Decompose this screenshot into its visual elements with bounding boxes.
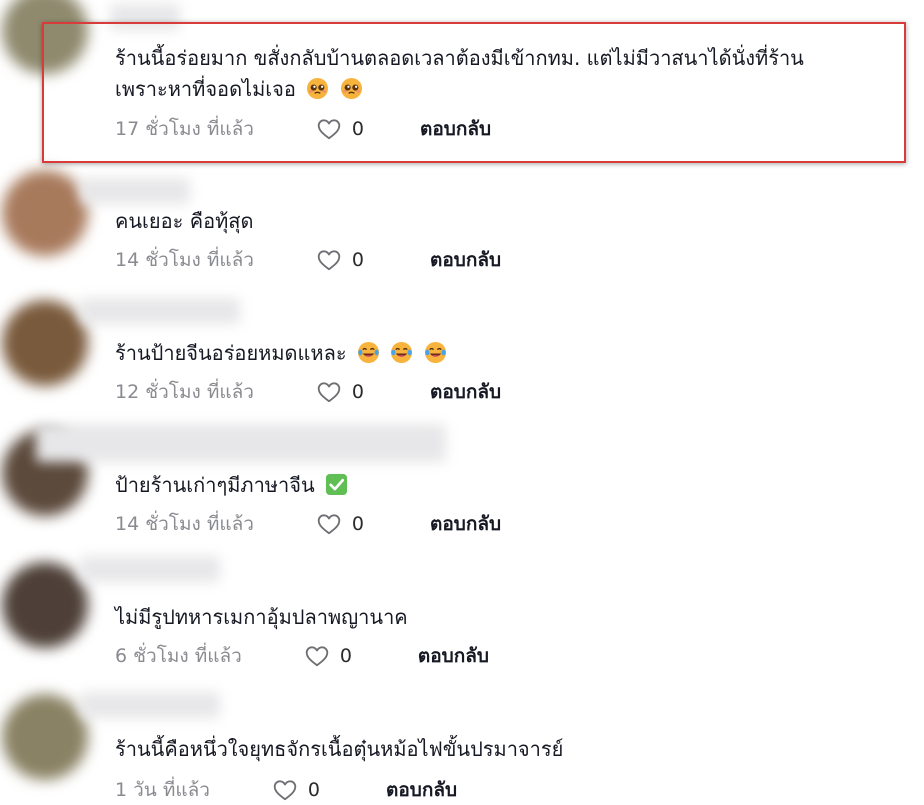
comment-time: 1 วัน ที่แล้ว bbox=[115, 779, 210, 801]
pleading-face-icon bbox=[340, 77, 362, 100]
comment-time: 17 ชั่วโมง ที่แล้ว bbox=[115, 118, 254, 140]
comment-text-line: เพราะหาที่จอดไม่เจอ bbox=[115, 77, 296, 101]
comment-text-line: ร้านป้ายจีนอร่อยหมดแหละ bbox=[115, 341, 347, 365]
comment-meta: 14 ชั่วโมง ที่แล้ว 0 ตอบกลับ bbox=[115, 510, 501, 538]
check-mark-icon bbox=[325, 473, 348, 496]
comment-item: ป้ายร้านเก่าๆมีภาษาจีน 14 ชั่วโมง ที่แล้… bbox=[0, 424, 924, 560]
username[interactable] bbox=[80, 298, 240, 324]
comment-item: ร้านนี้อร่อยมาก ขสั่งกลับบ้านตลอดเวลาต้อ… bbox=[0, 0, 924, 170]
laughing-tears-icon bbox=[357, 341, 379, 364]
reply-button[interactable]: ตอบกลับ bbox=[430, 377, 501, 407]
like-button[interactable]: 0 bbox=[316, 247, 364, 273]
reply-button[interactable]: ตอบกลับ bbox=[420, 114, 491, 144]
username[interactable] bbox=[110, 4, 180, 30]
pleading-face-icon bbox=[307, 77, 329, 100]
comment-meta: 6 ชั่วโมง ที่แล้ว 0 ตอบกลับ bbox=[115, 642, 489, 670]
comment-item: ร้านนี้คือหนึ่วใจยุทธจักรเนื้อตุ๋นหม้อไฟ… bbox=[0, 690, 924, 801]
comment-text-line: ไม่มีรูปทหารเมกาอุ้มปลาพญานาค bbox=[115, 605, 408, 629]
heart-icon bbox=[317, 514, 341, 535]
like-button[interactable]: 0 bbox=[316, 116, 364, 142]
like-button[interactable]: 0 bbox=[316, 511, 364, 537]
like-button[interactable]: 0 bbox=[316, 379, 364, 405]
comment-meta: 17 ชั่วโมง ที่แล้ว 0 ตอบกลับ bbox=[115, 115, 491, 143]
avatar[interactable] bbox=[2, 0, 88, 74]
like-count: 0 bbox=[351, 118, 365, 140]
comment-text-line: ร้านนี้คือหนึ่วใจยุทธจักรเนื้อตุ๋นหม้อไฟ… bbox=[115, 737, 564, 761]
username[interactable] bbox=[80, 692, 220, 718]
username[interactable] bbox=[80, 556, 220, 582]
like-count: 0 bbox=[307, 779, 321, 801]
like-button[interactable]: 0 bbox=[304, 643, 352, 669]
like-count: 0 bbox=[351, 249, 365, 271]
laughing-tears-icon bbox=[391, 341, 413, 364]
comment-text: ไม่มีรูปทหารเมกาอุ้มปลาพญานาค bbox=[115, 602, 408, 633]
comment-text-line: ป้ายร้านเก่าๆมีภาษาจีน bbox=[115, 473, 315, 497]
like-count: 0 bbox=[339, 645, 352, 667]
like-button[interactable]: 0 bbox=[272, 777, 320, 803]
username[interactable] bbox=[80, 178, 190, 204]
heart-icon bbox=[317, 382, 341, 403]
heart-icon bbox=[317, 119, 341, 140]
avatar[interactable] bbox=[2, 562, 88, 648]
comment-text: คนเยอะ คือทุ้สุด bbox=[115, 206, 254, 237]
avatar[interactable] bbox=[2, 300, 88, 386]
comment-time: 6 ชั่วโมง ที่แล้ว bbox=[115, 645, 242, 667]
heart-icon bbox=[317, 250, 341, 271]
comment-meta: 1 วัน ที่แล้ว 0 ตอบกลับ bbox=[115, 776, 457, 804]
comment-item: คนเยอะ คือทุ้สุด 14 ชั่วโมง ที่แล้ว 0 ตอ… bbox=[0, 170, 924, 300]
comment-meta: 14 ชั่วโมง ที่แล้ว 0 ตอบกลับ bbox=[115, 246, 501, 274]
reply-button[interactable]: ตอบกลับ bbox=[386, 775, 457, 805]
comment-text-line: คนเยอะ คือทุ้สุด bbox=[115, 209, 254, 233]
comment-item: ร้านป้ายจีนอร่อยหมดแหละ 12 ชั่วโมง ที่แล… bbox=[0, 298, 924, 430]
avatar[interactable] bbox=[2, 170, 88, 256]
heart-icon bbox=[305, 646, 329, 667]
like-count: 0 bbox=[351, 513, 365, 535]
heart-icon bbox=[273, 780, 297, 801]
comment-time: 14 ชั่วโมง ที่แล้ว bbox=[115, 513, 254, 535]
comment-item: ไม่มีรูปทหารเมกาอุ้มปลาพญานาค 6 ชั่วโมง … bbox=[0, 556, 924, 690]
comment-text: ป้ายร้านเก่าๆมีภาษาจีน bbox=[115, 470, 348, 501]
username[interactable] bbox=[36, 424, 446, 462]
reply-button[interactable]: ตอบกลับ bbox=[430, 245, 501, 275]
like-count: 0 bbox=[351, 381, 365, 403]
comment-time: 12 ชั่วโมง ที่แล้ว bbox=[115, 381, 254, 403]
comment-text-line: ร้านนี้อร่อยมาก ขสั่งกลับบ้านตลอดเวลาต้อ… bbox=[115, 46, 804, 70]
reply-button[interactable]: ตอบกลับ bbox=[418, 641, 489, 671]
avatar[interactable] bbox=[2, 694, 88, 780]
comment-text: ร้านนี้อร่อยมาก ขสั่งกลับบ้านตลอดเวลาต้อ… bbox=[115, 43, 804, 105]
reply-button[interactable]: ตอบกลับ bbox=[430, 509, 501, 539]
comment-time: 14 ชั่วโมง ที่แล้ว bbox=[115, 249, 254, 271]
comment-meta: 12 ชั่วโมง ที่แล้ว 0 ตอบกลับ bbox=[115, 378, 501, 406]
comment-text: ร้านป้ายจีนอร่อยหมดแหละ bbox=[115, 338, 447, 369]
comment-text: ร้านนี้คือหนึ่วใจยุทธจักรเนื้อตุ๋นหม้อไฟ… bbox=[115, 734, 563, 765]
laughing-tears-icon bbox=[424, 341, 446, 364]
